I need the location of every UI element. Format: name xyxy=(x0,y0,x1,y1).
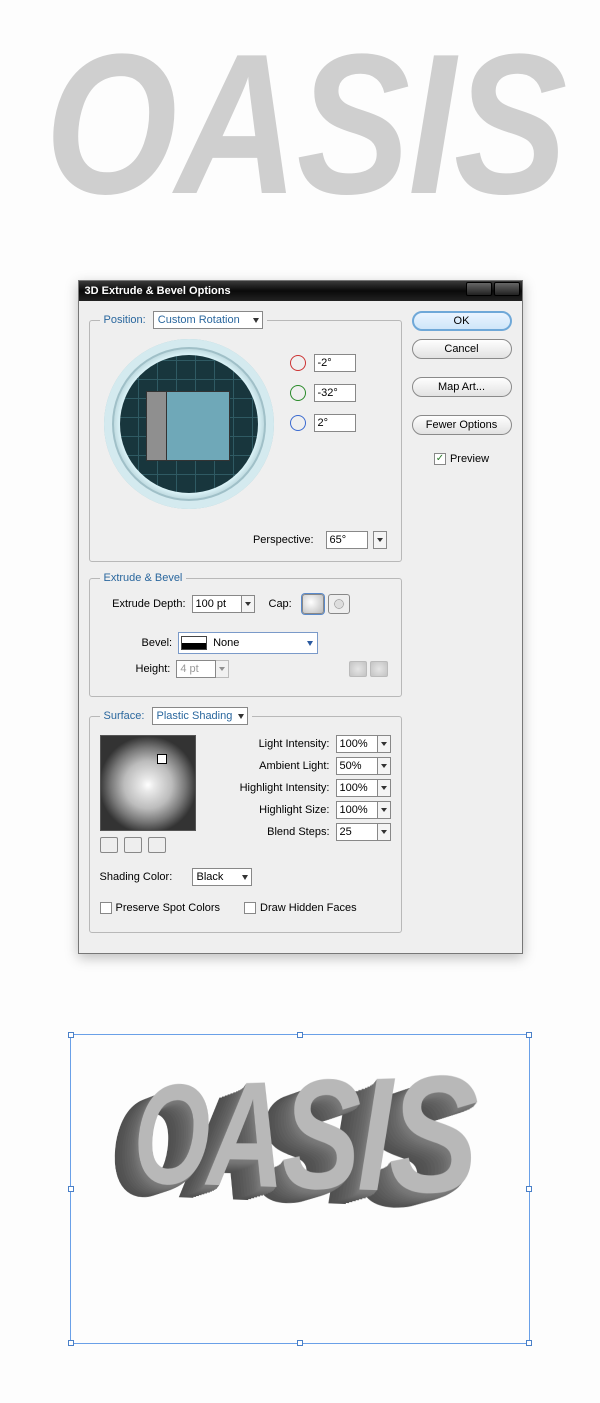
handle-bl[interactable] xyxy=(68,1340,74,1346)
highlight-size-input[interactable]: 100% xyxy=(336,801,378,819)
handle-tl[interactable] xyxy=(68,1032,74,1038)
bevel-value: None xyxy=(213,637,239,649)
cap-off-button[interactable] xyxy=(328,594,350,614)
highlight-intensity-stepper[interactable] xyxy=(377,779,391,797)
preserve-spot-checkbox-box xyxy=(100,902,112,914)
move-light-back-button[interactable] xyxy=(100,837,118,853)
new-light-button[interactable] xyxy=(124,837,142,853)
bevel-swatch-icon xyxy=(181,636,207,650)
ambient-light-stepper[interactable] xyxy=(377,757,391,775)
bevel-height-stepper xyxy=(215,660,229,678)
draw-hidden-label: Draw Hidden Faces xyxy=(260,902,357,914)
surface-legend: Surface: Plastic Shading xyxy=(100,707,252,725)
position-legend-label: Position: xyxy=(104,314,146,326)
rotate-z-input[interactable]: 2° xyxy=(314,414,356,432)
cube-side-face xyxy=(146,391,168,461)
blend-steps-input[interactable]: 25 xyxy=(336,823,378,841)
bevel-out-icon xyxy=(370,661,388,677)
preserve-spot-colors-checkbox[interactable]: Preserve Spot Colors xyxy=(100,902,221,914)
surface-group: Surface: Plastic Shading xyxy=(89,707,402,933)
bounding-box[interactable] xyxy=(70,1034,530,1344)
bevel-height-label: Height: xyxy=(136,663,171,675)
handle-mr[interactable] xyxy=(526,1186,532,1192)
dialog-title: 3D Extrude & Bevel Options xyxy=(85,285,231,297)
draw-hidden-faces-checkbox[interactable]: Draw Hidden Faces xyxy=(244,902,357,914)
highlight-size-stepper[interactable] xyxy=(377,801,391,819)
close-button[interactable] xyxy=(494,282,520,296)
preview-checkbox[interactable]: Preview xyxy=(412,453,512,465)
handle-ml[interactable] xyxy=(68,1186,74,1192)
delete-light-button[interactable] xyxy=(148,837,166,853)
position-group: Position: Custom Rotation xyxy=(89,311,402,562)
rotate-z-icon xyxy=(290,415,306,431)
surface-shading-select[interactable]: Plastic Shading xyxy=(152,707,248,725)
light-intensity-input[interactable]: 100% xyxy=(336,735,378,753)
ambient-light-input[interactable]: 50% xyxy=(336,757,378,775)
ambient-light-label: Ambient Light: xyxy=(220,760,330,772)
fewer-options-button[interactable]: Fewer Options xyxy=(412,415,512,435)
handle-tc[interactable] xyxy=(297,1032,303,1038)
light-handle[interactable] xyxy=(157,754,167,764)
perspective-label: Perspective: xyxy=(253,534,314,546)
canvas-selection[interactable]: OASIS xyxy=(70,1034,530,1344)
rotation-inputs: -2° -32° 2° xyxy=(290,353,356,443)
rotate-y-icon xyxy=(290,385,306,401)
extrude-depth-input[interactable]: 100 pt xyxy=(192,595,242,613)
rotate-y-input[interactable]: -32° xyxy=(314,384,356,402)
blend-steps-label: Blend Steps: xyxy=(220,826,330,838)
surface-legend-label: Surface: xyxy=(104,710,145,722)
perspective-stepper[interactable] xyxy=(373,531,387,549)
draw-hidden-checkbox-box xyxy=(244,902,256,914)
extrude-bevel-dialog: 3D Extrude & Bevel Options Position: Cus… xyxy=(78,280,523,954)
handle-tr[interactable] xyxy=(526,1032,532,1038)
extrude-bevel-group: Extrude & Bevel Extrude Depth: 100 pt Ca… xyxy=(89,572,402,697)
preview-checkbox-box xyxy=(434,453,446,465)
surface-shading-value: Plastic Shading xyxy=(157,710,233,722)
light-intensity-stepper[interactable] xyxy=(377,735,391,753)
bevel-height-input: 4 pt xyxy=(176,660,216,678)
cap-label: Cap: xyxy=(269,598,292,610)
shading-color-select[interactable]: Black xyxy=(192,868,252,886)
position-preset-select[interactable]: Custom Rotation xyxy=(153,311,263,329)
rotate-x-input[interactable]: -2° xyxy=(314,354,356,372)
handle-br[interactable] xyxy=(526,1340,532,1346)
cube-front-face xyxy=(166,391,230,461)
trackball-grid xyxy=(120,355,258,493)
light-intensity-label: Light Intensity: xyxy=(220,738,330,750)
blend-steps-stepper[interactable] xyxy=(377,823,391,841)
bevel-label: Bevel: xyxy=(142,637,173,649)
shading-color-value: Black xyxy=(197,871,224,883)
bevel-in-icon xyxy=(349,661,367,677)
handle-bc[interactable] xyxy=(297,1340,303,1346)
rotate-x-icon xyxy=(290,355,306,371)
minimize-button[interactable] xyxy=(466,282,492,296)
highlight-intensity-label: Highlight Intensity: xyxy=(220,782,330,794)
position-preset-value: Custom Rotation xyxy=(158,314,240,326)
dialog-titlebar[interactable]: 3D Extrude & Bevel Options xyxy=(79,281,522,301)
position-legend: Position: Custom Rotation xyxy=(100,311,267,329)
extrude-depth-label: Extrude Depth: xyxy=(100,598,186,610)
highlight-size-label: Highlight Size: xyxy=(220,804,330,816)
map-art-button[interactable]: Map Art... xyxy=(412,377,512,397)
cap-on-button[interactable] xyxy=(302,594,324,614)
perspective-input[interactable]: 65° xyxy=(326,531,368,549)
preview-label: Preview xyxy=(450,453,489,465)
shading-color-label: Shading Color: xyxy=(100,871,186,883)
cancel-button[interactable]: Cancel xyxy=(412,339,512,359)
bevel-select[interactable]: None xyxy=(178,632,318,654)
rotation-trackball[interactable] xyxy=(104,339,274,509)
preserve-spot-label: Preserve Spot Colors xyxy=(116,902,221,914)
light-preview[interactable] xyxy=(100,735,196,831)
extrude-depth-stepper[interactable] xyxy=(241,595,255,613)
ok-button[interactable]: OK xyxy=(412,311,512,331)
highlight-intensity-input[interactable]: 100% xyxy=(336,779,378,797)
extrude-legend: Extrude & Bevel xyxy=(100,572,187,584)
oasis-flat-text: OASIS xyxy=(45,0,555,280)
